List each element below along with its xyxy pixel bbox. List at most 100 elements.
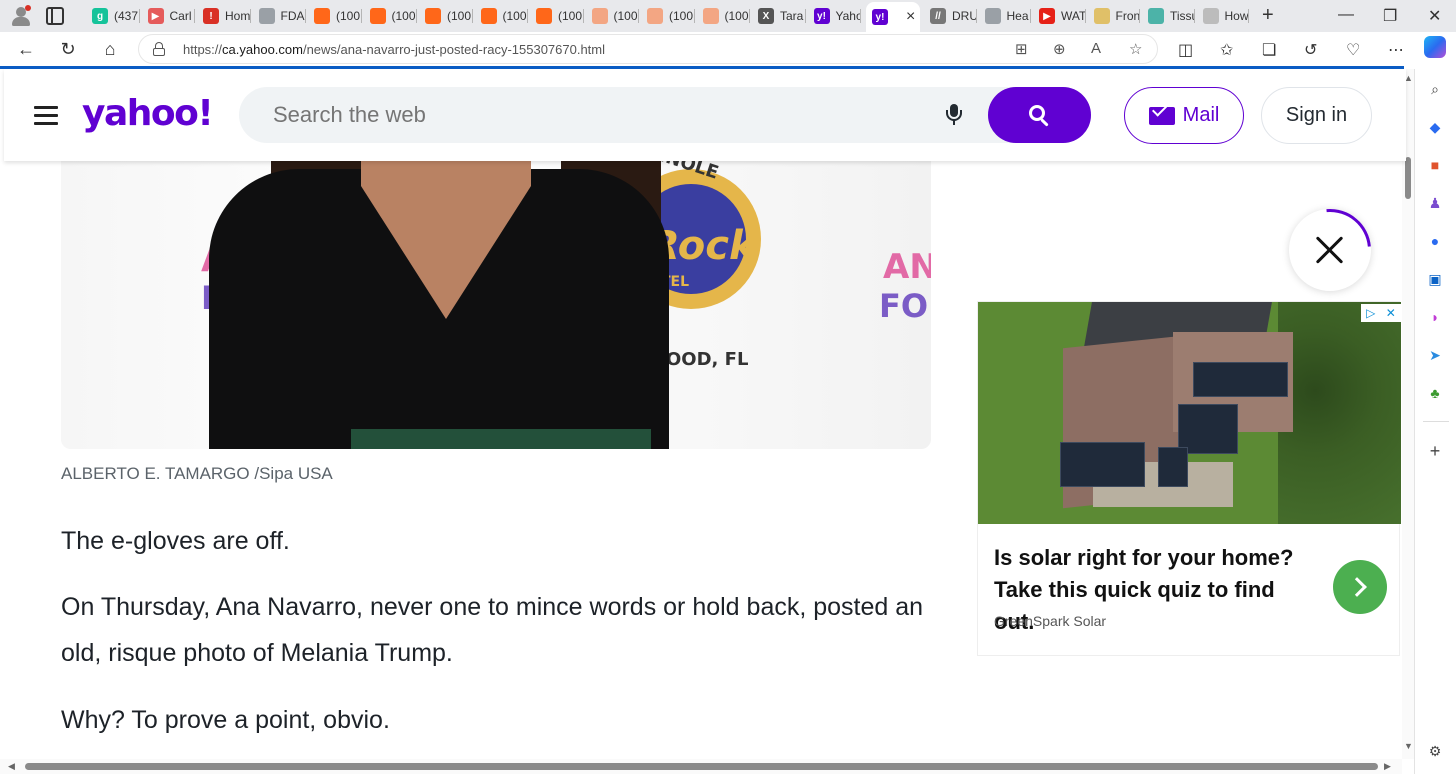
favorite-star-icon[interactable]: ☆: [1129, 40, 1142, 58]
browser-tab[interactable]: (100: [639, 4, 695, 28]
photo-caption: ALBERTO E. TAMARGO /Sipa USA: [61, 464, 333, 483]
history-icon[interactable]: ↺: [1304, 40, 1317, 60]
page-icon: [984, 8, 1001, 24]
search-icon[interactable]: ⌕: [1425, 79, 1445, 99]
menu-icon[interactable]: [34, 106, 58, 125]
minimize-button[interactable]: —: [1338, 6, 1354, 24]
browser-tab[interactable]: FDA: [251, 4, 306, 28]
edge-icon: [1148, 8, 1164, 24]
browser-tab[interactable]: (100: [306, 4, 362, 28]
sign-in-button[interactable]: Sign in: [1261, 87, 1372, 144]
browser-tab[interactable]: ! Hom: [195, 4, 251, 28]
tab-label: Yaho: [835, 9, 862, 23]
browser-tab[interactable]: (100: [528, 4, 584, 28]
ad-sponsor[interactable]: GreenSpark Solar: [994, 613, 1106, 629]
yahoo-logo[interactable]: yahoo!: [82, 93, 214, 134]
ad-image[interactable]: [978, 302, 1401, 524]
refresh-button[interactable]: ↻: [56, 37, 80, 61]
tab-label: (437: [114, 9, 139, 23]
vertical-scroll-thumb[interactable]: [1405, 157, 1411, 199]
edge-sidebar: ⌕ ◆ ■ ♟ ● ▣ ◗ ➤ ♣ + ⚙: [1414, 69, 1456, 774]
more-menu-icon[interactable]: ⋯: [1388, 40, 1404, 60]
lock-icon[interactable]: [153, 42, 165, 56]
adchoices-badge[interactable]: ▷ ✕: [1361, 304, 1401, 322]
site-icon: [1202, 8, 1219, 24]
restore-button[interactable]: ❐: [1383, 6, 1397, 26]
copilot-icon[interactable]: [1424, 36, 1446, 58]
outlook-icon[interactable]: ▣: [1425, 269, 1445, 289]
article-photo[interactable]: AM FO MINOLE Rock TEL OOD, FL AN FOR: [61, 129, 931, 449]
browser-tab[interactable]: (100: [417, 4, 473, 28]
favorites-icon[interactable]: ✩: [1220, 40, 1233, 60]
close-ad-button[interactable]: [1272, 192, 1388, 308]
yahoo-icon: y!: [813, 8, 830, 24]
add-icon[interactable]: +: [1425, 441, 1445, 461]
youtube-icon: ▶: [147, 8, 164, 24]
back-button[interactable]: ←: [14, 37, 38, 61]
browser-tab[interactable]: // DRU: [922, 4, 977, 28]
new-tab-button[interactable]: +: [1262, 4, 1274, 27]
backdrop-logo-text: OOD, FL: [666, 349, 749, 370]
url-text: https://ca.yahoo.com/news/ana-navarro-ju…: [183, 42, 606, 57]
designer-icon[interactable]: ◗: [1425, 307, 1445, 327]
sponsored-ad[interactable]: ▷ ✕ Is solar right for your home? Take t…: [977, 301, 1401, 656]
read-aloud-icon[interactable]: A: [1091, 40, 1101, 57]
page-icon: [258, 8, 275, 24]
zoom-icon[interactable]: ⊕: [1053, 40, 1066, 58]
split-screen-icon[interactable]: ◫: [1178, 40, 1193, 60]
tools-icon[interactable]: ■: [1425, 155, 1445, 175]
shopping-tag-icon[interactable]: ◆: [1425, 117, 1445, 137]
yahoo-header: yahoo! Mail Sign in: [4, 69, 1406, 161]
browser-tab[interactable]: Hea: [977, 4, 1031, 28]
browser-tab[interactable]: y! Yaho: [806, 4, 862, 28]
profile-avatar[interactable]: [8, 4, 34, 28]
news-icon: !: [203, 8, 219, 24]
browser-tab[interactable]: ▶ WAT: [1031, 4, 1086, 28]
tab-active-yahoo[interactable]: y! ×: [866, 2, 920, 32]
browser-tab[interactable]: (100: [473, 4, 528, 28]
browser-tab[interactable]: Tissu: [1140, 4, 1195, 28]
tab-actions-icon[interactable]: [46, 7, 64, 25]
browser-tab[interactable]: Fron: [1086, 4, 1140, 28]
tab-label: Tara: [780, 9, 804, 23]
chevron-right-icon: [1347, 577, 1367, 597]
browser-essentials-icon[interactable]: ♡: [1346, 40, 1360, 60]
browser-tab[interactable]: (100: [584, 4, 639, 28]
horizontal-scrollbar[interactable]: ◀ ▶: [0, 759, 1402, 774]
vertical-scrollbar[interactable]: ▲ ▼: [1402, 69, 1414, 759]
adchoices-icon[interactable]: ▷: [1366, 306, 1375, 320]
browser-tab[interactable]: g (437: [84, 4, 140, 28]
ad-dismiss-icon[interactable]: ✕: [1386, 306, 1396, 320]
substack-icon: [536, 8, 552, 24]
search-button[interactable]: [988, 87, 1091, 143]
search-input[interactable]: [273, 101, 873, 129]
ad-cta-button[interactable]: [1333, 560, 1387, 614]
tab-label: (100: [669, 9, 694, 23]
article-paragraph: The e-gloves are off.: [61, 527, 290, 555]
home-button[interactable]: ⌂: [98, 37, 122, 61]
browser-tab[interactable]: X Tara: [750, 4, 806, 28]
mail-button[interactable]: Mail: [1124, 87, 1244, 144]
address-bar[interactable]: https://ca.yahoo.com/news/ana-navarro-ju…: [138, 34, 1158, 64]
browser-tab[interactable]: (100: [695, 4, 750, 28]
horizontal-scroll-thumb[interactable]: [25, 763, 1378, 770]
browser-tab[interactable]: (100: [362, 4, 417, 28]
browser-tab[interactable]: ▶ Carl: [140, 4, 195, 28]
article-paragraph: Why? To prove a point, obvio.: [61, 706, 390, 734]
microsoft365-icon[interactable]: ●: [1425, 231, 1445, 251]
tab-label: (100: [447, 9, 472, 23]
collections-icon[interactable]: ❏: [1262, 40, 1276, 60]
close-tab-icon[interactable]: ×: [906, 8, 915, 26]
send-icon[interactable]: ➤: [1425, 345, 1445, 365]
window-close-button[interactable]: ✕: [1428, 6, 1441, 26]
youtube-icon: ▶: [1039, 8, 1055, 24]
apps-icon[interactable]: ⊞: [1015, 40, 1028, 58]
tree-icon[interactable]: ♣: [1425, 383, 1445, 403]
microphone-icon[interactable]: [945, 104, 963, 126]
games-icon[interactable]: ♟: [1425, 193, 1445, 213]
tab-label: (100: [724, 9, 749, 23]
browser-tab[interactable]: How: [1195, 4, 1249, 28]
x-icon: X: [758, 8, 774, 24]
settings-gear-icon[interactable]: ⚙: [1425, 741, 1445, 761]
notification-dot: [25, 5, 31, 11]
